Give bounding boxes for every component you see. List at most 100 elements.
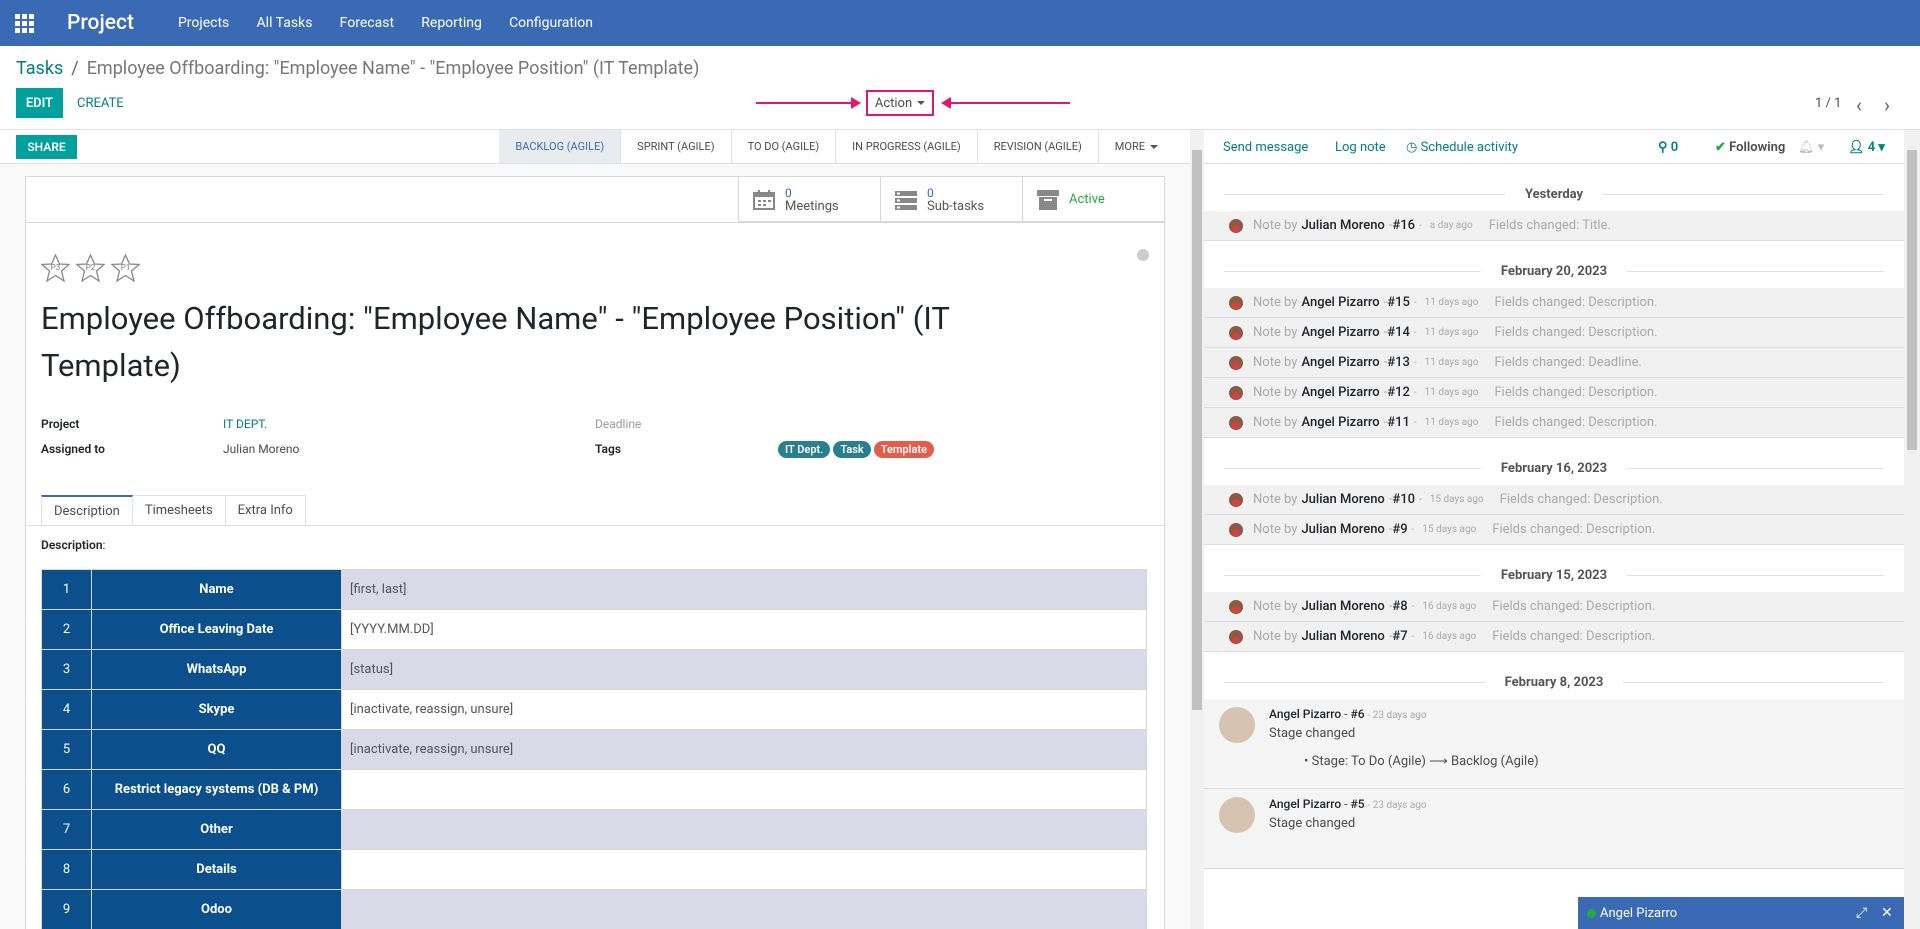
- list-item[interactable]: Note by Angel Pizarro - #12- 11 days ago Fi…: [1204, 378, 1904, 408]
- form-scrollbar[interactable]: [1190, 130, 1204, 929]
- list-item[interactable]: Note by Julian Moreno - #16- a day ago Fiel…: [1204, 211, 1904, 241]
- tag-task[interactable]: Task: [833, 441, 871, 458]
- day-separator: February 20, 2023: [1204, 255, 1904, 288]
- description-table[interactable]: 1 Name [first, last] 2 Office Leaving Date[…: [41, 569, 1147, 929]
- table-row: 7 Other: [41, 809, 1147, 850]
- table-row: 2 Office Leaving Date [YYYY.MM.DD]: [41, 609, 1147, 650]
- subtasks-button[interactable]: 0 Sub-tasks: [880, 177, 1022, 222]
- tab-timesheets[interactable]: Timesheets: [132, 495, 226, 526]
- list-item[interactable]: Note by Angel Pizarro - #14- 11 days ago Fi…: [1204, 318, 1904, 348]
- list-item[interactable]: Note by Angel Pizarro - #13- 11 days ago Fi…: [1204, 348, 1904, 378]
- chatter-panel: Send message Log note ◷ Schedule activit…: [1204, 130, 1904, 929]
- chatter-scrollbar[interactable]: [1904, 130, 1920, 929]
- tags-label: Tags: [595, 442, 621, 456]
- pager-value[interactable]: 1 / 1: [1815, 96, 1841, 111]
- chatter-message[interactable]: Angel Pizarro - #5 - 23 days ago Stage c…: [1204, 789, 1904, 869]
- menu-configuration[interactable]: Configuration: [509, 15, 593, 31]
- list-item[interactable]: Note by Angel Pizarro - #11- 11 days ago Fi…: [1204, 408, 1904, 438]
- avatar: [1229, 325, 1243, 340]
- assigned-value[interactable]: Julian Moreno: [223, 442, 299, 456]
- meetings-button[interactable]: 0 Meetings: [738, 177, 880, 222]
- attachments-button[interactable]: ⚲ 0: [1658, 140, 1678, 155]
- notebook-tabs: Description Timesheets Extra Info: [41, 495, 306, 526]
- tab-description[interactable]: Description: [41, 495, 133, 526]
- stage-sprint[interactable]: Sprint (Agile): [621, 130, 732, 163]
- priority-star-icon[interactable]: P1: [110, 253, 141, 283]
- kanban-state-icon[interactable]: [1137, 249, 1149, 261]
- tag-template[interactable]: Template: [873, 441, 935, 458]
- active-toggle-button[interactable]: Active: [1022, 177, 1164, 222]
- status-bar: SHARE Backlog (Agile) Sprint (Agile) To …: [0, 130, 1190, 164]
- list-item[interactable]: Note by Julian Moreno - #9- 15 days ago Fie…: [1204, 515, 1904, 545]
- menu-all-tasks[interactable]: All Tasks: [257, 15, 313, 31]
- list-item[interactable]: Note by Julian Moreno - #10- 15 days ago Fi…: [1204, 485, 1904, 515]
- tab-extra-info[interactable]: Extra Info: [225, 495, 306, 526]
- top-menu: Projects All Tasks Forecast Reporting Co…: [178, 15, 617, 31]
- stage-revision[interactable]: Revision (Agile): [978, 130, 1099, 163]
- clock-icon: ◷: [1406, 140, 1421, 155]
- tags-field[interactable]: IT Dept. Task Template: [778, 441, 935, 458]
- day-separator: February 16, 2023: [1204, 452, 1904, 485]
- share-button[interactable]: SHARE: [16, 135, 77, 159]
- breadcrumb-tasks[interactable]: Tasks: [16, 58, 63, 79]
- stage-more-dropdown[interactable]: More: [1099, 130, 1174, 163]
- menu-projects[interactable]: Projects: [178, 15, 229, 31]
- smart-buttons: 0 Meetings 0 Sub-tasks Active: [738, 177, 1164, 222]
- calendar-icon: [753, 189, 775, 210]
- followers-button[interactable]: 👤︎ 4 ▾: [1848, 140, 1885, 155]
- schedule-activity-button[interactable]: ◷ Schedule activity: [1406, 140, 1518, 155]
- avatar: [1219, 707, 1255, 743]
- avatar: [1219, 797, 1255, 833]
- action-dropdown[interactable]: Action: [866, 90, 934, 116]
- avatar: [1229, 492, 1243, 507]
- send-message-button[interactable]: Send message: [1223, 140, 1308, 155]
- table-row: 9 Odoo: [41, 889, 1147, 929]
- top-navbar: Project Projects All Tasks Forecast Repo…: [0, 0, 1920, 46]
- day-separator: Yesterday: [1204, 178, 1904, 211]
- table-row: 4 Skype [inactivate, reassign, unsure]: [41, 689, 1147, 730]
- chat-window-header[interactable]: Angel Pizarro ⤢ ✕: [1578, 897, 1904, 929]
- form-sheet: 0 Meetings 0 Sub-tasks Active P3 P2 P1 Emp…: [25, 176, 1165, 929]
- chatter-topbar: Send message Log note ◷ Schedule activit…: [1204, 130, 1904, 164]
- assigned-label: Assigned to: [41, 442, 105, 456]
- paperclip-icon: ⚲: [1658, 140, 1668, 155]
- pager-next-icon[interactable]: ›: [1884, 93, 1890, 117]
- control-panel: Tasks / Employee Offboarding: "Employee Na…: [0, 46, 1920, 130]
- app-name[interactable]: Project: [67, 11, 134, 35]
- avatar: [1229, 599, 1243, 614]
- stage-backlog[interactable]: Backlog (Agile): [499, 130, 622, 163]
- menu-forecast[interactable]: Forecast: [340, 15, 394, 31]
- list-item[interactable]: Note by Julian Moreno - #8- 16 days ago Fie…: [1204, 592, 1904, 622]
- tag-it-dept[interactable]: IT Dept.: [778, 441, 831, 458]
- day-separator: February 8, 2023: [1204, 666, 1904, 699]
- project-value[interactable]: IT DEPT.: [223, 417, 267, 431]
- stage-bar: Backlog (Agile) Sprint (Agile) To Do (Ag…: [499, 130, 1174, 163]
- pager-previous-icon[interactable]: ‹: [1856, 93, 1862, 117]
- breadcrumb: Tasks / Employee Offboarding: "Employee Na…: [16, 58, 700, 79]
- user-icon: 👤︎: [1848, 140, 1865, 155]
- priority-star-icon[interactable]: P2: [75, 253, 106, 283]
- list-item[interactable]: Note by Angel Pizarro - #15- 11 days ago Fi…: [1204, 288, 1904, 318]
- expand-icon[interactable]: ⤢: [1856, 905, 1867, 921]
- following-button[interactable]: ✔ Following: [1715, 140, 1785, 155]
- table-row: 6 Restrict legacy systems (DB & PM): [41, 769, 1147, 810]
- tasks-icon: [895, 190, 917, 210]
- priority-star-icon[interactable]: P3: [40, 253, 71, 283]
- list-item[interactable]: Note by Julian Moreno - #7- 16 days ago Fie…: [1204, 622, 1904, 652]
- log-note-button[interactable]: Log note: [1335, 140, 1386, 155]
- create-button[interactable]: CREATE: [77, 88, 124, 118]
- annotation-arrow-left: [756, 97, 861, 109]
- edit-button[interactable]: EDIT: [16, 88, 63, 118]
- menu-reporting[interactable]: Reporting: [421, 15, 482, 31]
- bell-icon[interactable]: 🔔︎ ▾: [1798, 140, 1824, 155]
- stage-in-progress[interactable]: In Progress (Agile): [836, 130, 978, 163]
- description-label: Description:: [41, 538, 106, 552]
- close-icon[interactable]: ✕: [1881, 905, 1893, 921]
- stage-todo[interactable]: To Do (Agile): [732, 130, 837, 163]
- apps-menu-icon[interactable]: [0, 0, 48, 46]
- chatter-message[interactable]: Angel Pizarro - #6 - 23 days ago Stage c…: [1204, 699, 1904, 789]
- online-status-icon: [1587, 909, 1596, 918]
- task-title[interactable]: Employee Offboarding: "Employee Name" - …: [41, 295, 1001, 389]
- deadline-label: Deadline: [595, 417, 642, 431]
- avatar: [1229, 218, 1243, 233]
